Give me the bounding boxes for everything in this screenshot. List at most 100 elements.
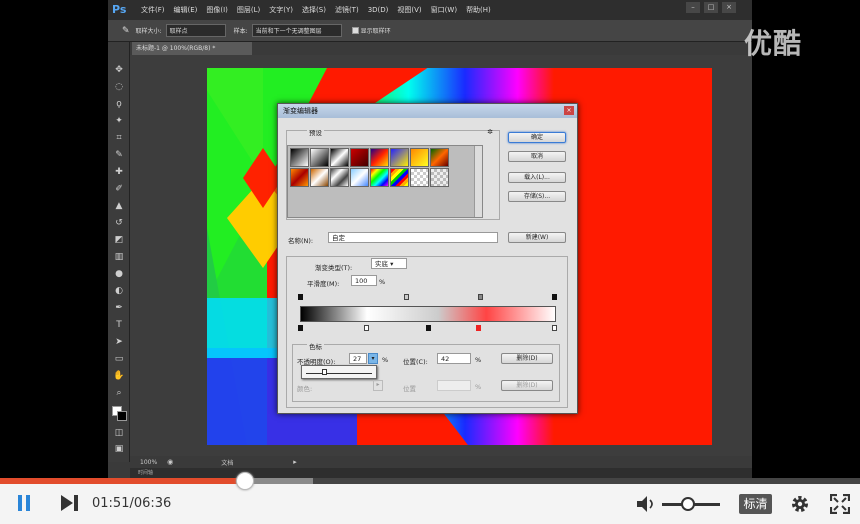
preset-swatch[interactable] <box>390 148 409 167</box>
presets-scrollbar[interactable] <box>474 146 482 217</box>
path-select-icon[interactable]: ➤ <box>113 336 125 348</box>
menu-select[interactable]: 选择(S) <box>302 5 326 15</box>
sample-select[interactable]: 当前和下一个无调整图层 <box>251 24 342 37</box>
history-brush-icon[interactable]: ↺ <box>113 217 125 229</box>
eraser-tool-icon[interactable]: ◩ <box>113 234 125 246</box>
menu-layer[interactable]: 图层(L) <box>237 5 260 15</box>
eyedropper-tool-icon[interactable]: ✎ <box>113 149 125 161</box>
eyedropper-icon[interactable]: ✎ <box>122 26 130 36</box>
gradient-type-select[interactable]: 实底 ▾ <box>371 258 407 269</box>
opacity-slider-thumb[interactable] <box>321 369 327 375</box>
volume-handle[interactable] <box>681 497 696 511</box>
preset-swatch[interactable] <box>310 168 329 187</box>
color-stop[interactable] <box>298 325 303 331</box>
name-input[interactable]: 自定 <box>328 232 498 243</box>
opacity-slider-track[interactable] <box>306 373 372 374</box>
pen-tool-icon[interactable]: ✒ <box>113 302 125 314</box>
save-button[interactable]: 存储(S)... <box>508 191 566 202</box>
color-location-unit: % <box>475 383 482 391</box>
load-button[interactable]: 载入(L)... <box>508 172 566 183</box>
menu-file[interactable]: 文件(F) <box>141 5 165 15</box>
healing-brush-icon[interactable]: ✚ <box>113 166 125 178</box>
quick-mask-icon[interactable]: ◫ <box>113 427 125 439</box>
opacity-dropdown-icon[interactable]: ▾ <box>368 353 378 364</box>
preset-swatch[interactable] <box>330 168 349 187</box>
marquee-tool-icon[interactable]: ◌ <box>113 81 125 93</box>
dialog-close-icon[interactable]: × <box>564 106 574 115</box>
fullscreen-icon[interactable] <box>830 494 850 514</box>
show-ring-checkbox[interactable] <box>351 27 359 34</box>
location-input[interactable]: 42 <box>437 353 471 364</box>
close-button[interactable]: × <box>722 2 736 13</box>
lasso-tool-icon[interactable]: ϙ <box>113 98 125 110</box>
menu-view[interactable]: 视图(V) <box>397 5 421 15</box>
menu-3d[interactable]: 3D(D) <box>368 6 389 14</box>
move-tool-icon[interactable]: ✥ <box>113 64 125 76</box>
menu-image[interactable]: 图像(I) <box>206 5 228 15</box>
volume-icon[interactable] <box>636 495 656 513</box>
color-stop[interactable] <box>476 325 481 331</box>
video-area[interactable]: Ps 文件(F) 编辑(E) 图像(I) 图层(L) 文字(Y) 选择(S) 滤… <box>0 0 860 478</box>
opacity-stop-selected[interactable] <box>478 294 483 300</box>
settings-gear-icon[interactable] <box>790 494 810 514</box>
progress-handle[interactable] <box>236 472 255 490</box>
preset-swatch[interactable] <box>350 148 369 167</box>
document-tab[interactable]: 未标题-1 @ 100%(RGB/8) * <box>132 42 252 55</box>
menu-filter[interactable]: 滤镜(T) <box>335 5 359 15</box>
menu-window[interactable]: 窗口(W) <box>431 5 457 15</box>
opacity-stop[interactable] <box>298 294 303 300</box>
pause-icon[interactable] <box>16 494 32 512</box>
hand-tool-icon[interactable]: ✋ <box>113 370 125 382</box>
preset-swatch[interactable] <box>430 168 449 187</box>
color-stop[interactable] <box>364 325 369 331</box>
preset-swatch[interactable] <box>370 168 389 187</box>
brush-tool-icon[interactable]: ✐ <box>113 183 125 195</box>
preset-swatch[interactable] <box>390 168 409 187</box>
timeline-bar[interactable]: 时间轴 <box>130 468 752 478</box>
preset-swatch[interactable] <box>290 168 309 187</box>
type-tool-icon[interactable]: T <box>113 319 125 331</box>
screen-mode-icon[interactable]: ▣ <box>113 443 125 455</box>
status-menu-arrow-icon[interactable]: ▸ <box>293 458 297 466</box>
dodge-tool-icon[interactable]: ◐ <box>113 285 125 297</box>
blur-tool-icon[interactable]: ● <box>113 268 125 280</box>
next-icon[interactable] <box>60 494 80 512</box>
color-stop[interactable] <box>426 325 431 331</box>
quality-button[interactable]: 标清 <box>739 494 772 514</box>
opacity-input[interactable]: 27 <box>349 353 367 364</box>
preset-swatch[interactable] <box>330 148 349 167</box>
gradient-tool-icon[interactable]: ▥ <box>113 251 125 263</box>
smoothness-input[interactable]: 100 <box>351 275 377 286</box>
sample-size-select[interactable]: 取样点 <box>165 24 226 37</box>
status-arrow-icon[interactable]: ◉ <box>167 458 173 466</box>
opacity-stop[interactable] <box>404 294 409 300</box>
presets-gear-icon[interactable]: ✲ <box>487 128 493 136</box>
preset-swatch[interactable] <box>410 148 429 167</box>
minimize-button[interactable]: – <box>686 2 700 13</box>
zoom-tool-icon[interactable]: ⌕ <box>113 387 125 399</box>
preset-swatch[interactable] <box>430 148 449 167</box>
preset-swatch[interactable] <box>410 168 429 187</box>
preset-swatch[interactable] <box>290 148 309 167</box>
crop-tool-icon[interactable]: ⌗ <box>113 132 125 144</box>
delete-color-stop-button: 删除(D) <box>501 380 553 391</box>
shape-tool-icon[interactable]: ▭ <box>113 353 125 365</box>
gradient-preview-bar[interactable] <box>300 306 556 322</box>
delete-opacity-stop-button[interactable]: 删除(D) <box>501 353 553 364</box>
ok-button[interactable]: 确定 <box>508 132 566 143</box>
clone-stamp-icon[interactable]: ▲ <box>113 200 125 212</box>
maximize-button[interactable]: □ <box>704 2 718 13</box>
menu-edit[interactable]: 编辑(E) <box>174 5 198 15</box>
quick-select-icon[interactable]: ✦ <box>113 115 125 127</box>
new-button[interactable]: 新建(W) <box>508 232 566 243</box>
color-stop[interactable] <box>552 325 557 331</box>
menu-type[interactable]: 文字(Y) <box>269 5 293 15</box>
preset-swatch[interactable] <box>310 148 329 167</box>
cancel-button[interactable]: 取消 <box>508 151 566 162</box>
zoom-level[interactable]: 100% <box>140 459 157 466</box>
preset-swatch[interactable] <box>370 148 389 167</box>
preset-swatch[interactable] <box>350 168 369 187</box>
menu-help[interactable]: 帮助(H) <box>466 5 491 15</box>
background-color-swatch[interactable] <box>117 411 127 421</box>
opacity-stop[interactable] <box>552 294 557 300</box>
